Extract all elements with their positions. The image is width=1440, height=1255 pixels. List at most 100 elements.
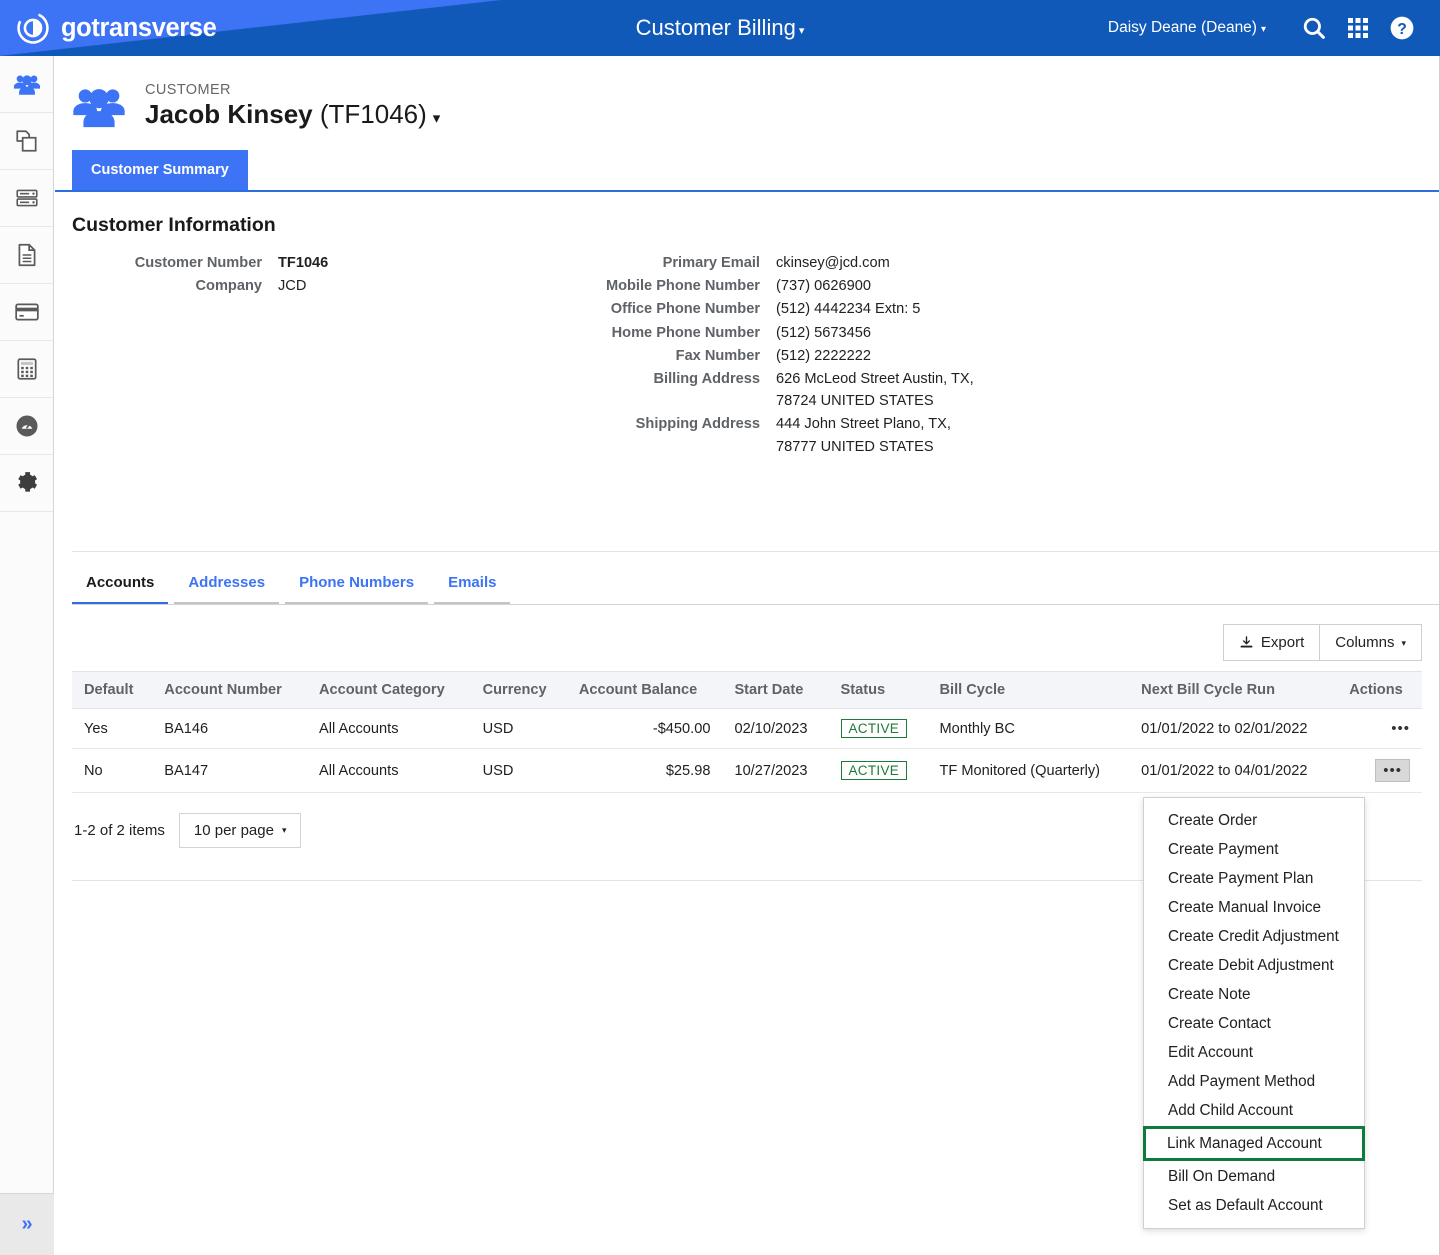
cell-account-number: BA146 [152, 708, 307, 749]
menu-item-bill-on-demand[interactable]: Bill On Demand [1144, 1162, 1364, 1191]
customer-information-section: Customer Information Customer Number TF1… [55, 192, 1439, 551]
field-value-billing-address: 626 McLeod Street Austin, TX, 78724 UNIT… [776, 371, 974, 410]
page-tabstrip: Customer Summary [55, 150, 1439, 192]
cell-bill-cycle: Monthly BC [927, 708, 1130, 749]
col-default[interactable]: Default [72, 671, 153, 709]
columns-button[interactable]: Columns ▾ [1320, 624, 1422, 661]
menu-item-create-payment[interactable]: Create Payment [1144, 835, 1364, 864]
apps-grid-button[interactable] [1336, 0, 1380, 56]
row-actions-menu: Create Order Create Payment Create Payme… [1143, 797, 1365, 1229]
chevron-down-icon: ▾ [1401, 638, 1406, 648]
menu-item-create-order[interactable]: Create Order [1144, 806, 1364, 835]
per-page-label: 10 per page [193, 822, 274, 839]
credit-card-icon [14, 303, 39, 321]
subtab-accounts[interactable]: Accounts [72, 574, 169, 605]
col-next-bill-cycle-run[interactable]: Next Bill Cycle Run [1129, 671, 1338, 709]
cell-start-date: 02/10/2023 [722, 708, 829, 749]
table-row[interactable]: Yes BA146 All Accounts USD -$450.00 02/1… [72, 708, 1422, 749]
sidebar-item-servers[interactable] [0, 170, 53, 227]
help-circle-icon: ? [1390, 16, 1414, 40]
sidebar-item-documents[interactable] [0, 227, 53, 284]
cell-start-date: 10/27/2023 [722, 748, 829, 793]
row-actions-button[interactable]: ••• [1391, 720, 1410, 737]
sidebar-item-settings[interactable] [0, 455, 53, 512]
customer-info-right-column: Primary Email ckinsey@jcd.com Mobile Pho… [570, 251, 976, 458]
menu-item-create-payment-plan[interactable]: Create Payment Plan [1144, 864, 1364, 893]
subtab-phone-numbers[interactable]: Phone Numbers [285, 574, 429, 605]
field-label-shipping-address: Shipping Address [635, 416, 760, 433]
col-bill-cycle[interactable]: Bill Cycle [927, 671, 1130, 709]
menu-item-create-contact[interactable]: Create Contact [1144, 1009, 1364, 1038]
cell-currency: USD [470, 708, 567, 749]
detail-subtabs: Accounts Addresses Phone Numbers Emails [72, 574, 1439, 605]
field-label-office-phone: Office Phone Number [610, 301, 760, 318]
col-start-date[interactable]: Start Date [722, 671, 829, 709]
sidebar-item-customers[interactable] [0, 56, 53, 113]
brand-logo-link[interactable]: gotransverse [16, 0, 217, 56]
customer-eyebrow-label: CUSTOMER [145, 82, 231, 98]
circle-arrow-logo-icon [17, 12, 49, 44]
customer-name: Jacob Kinsey [145, 99, 313, 129]
sidebar-expand-button[interactable]: » [0, 1193, 54, 1255]
col-account-number[interactable]: Account Number [152, 671, 307, 709]
menu-item-set-as-default-account[interactable]: Set as Default Account [1144, 1191, 1364, 1220]
search-button[interactable] [1292, 0, 1336, 56]
cell-account-balance: $25.98 [566, 748, 723, 793]
menu-item-link-managed-account[interactable]: Link Managed Account [1143, 1126, 1365, 1161]
subtab-emails[interactable]: Emails [434, 574, 511, 605]
menu-item-add-payment-method[interactable]: Add Payment Method [1144, 1067, 1364, 1096]
cell-account-category: All Accounts [307, 748, 471, 793]
cell-next-bill-cycle-run: 01/01/2022 to 04/01/2022 [1129, 748, 1338, 793]
menu-item-create-credit-adjustment[interactable]: Create Credit Adjustment [1144, 922, 1364, 951]
calculator-icon [16, 358, 37, 380]
columns-button-label: Columns [1335, 634, 1395, 651]
apps-grid-icon [1348, 18, 1368, 38]
menu-item-create-debit-adjustment[interactable]: Create Debit Adjustment [1144, 951, 1364, 980]
sidebar-item-calculator[interactable] [0, 341, 53, 398]
main-content: CUSTOMER Jacob Kinsey (TF1046) ▾ Customer… [55, 56, 1440, 1255]
menu-item-create-manual-invoice[interactable]: Create Manual Invoice [1144, 893, 1364, 922]
sidebar-item-payments[interactable] [0, 284, 53, 341]
export-button[interactable]: Export [1222, 624, 1321, 661]
table-header-row: Default Account Number Account Category … [72, 671, 1422, 709]
menu-item-add-child-account[interactable]: Add Child Account [1144, 1096, 1364, 1125]
table-row[interactable]: No BA147 All Accounts USD $25.98 10/27/2… [72, 748, 1422, 793]
customer-info-left-column: Customer Number TF1046 Company JCD [72, 251, 329, 297]
help-button[interactable]: ? [1380, 0, 1424, 56]
left-nav-sidebar: » [0, 56, 54, 1255]
section-title-customer-information: Customer Information [72, 214, 276, 236]
table-toolbar: Export Columns ▾ [72, 624, 1422, 661]
tab-customer-summary[interactable]: Customer Summary [72, 150, 248, 190]
field-label-mobile-phone: Mobile Phone Number [605, 278, 760, 295]
svg-text:?: ? [1397, 21, 1407, 38]
sidebar-item-products[interactable] [0, 113, 53, 170]
per-page-select[interactable]: 10 per page ▾ [178, 813, 302, 848]
col-currency[interactable]: Currency [470, 671, 567, 709]
cell-account-category: All Accounts [307, 708, 471, 749]
field-label-fax-number: Fax Number [675, 347, 760, 364]
row-actions-button-active[interactable]: ••• [1375, 759, 1410, 782]
people-group-icon [73, 89, 125, 128]
user-menu[interactable]: Daisy Deane (Deane) ▾ [1108, 19, 1266, 37]
menu-item-edit-account[interactable]: Edit Account [1144, 1038, 1364, 1067]
subtab-addresses[interactable]: Addresses [174, 574, 280, 605]
status-badge: ACTIVE [840, 761, 908, 780]
customer-name-dropdown[interactable]: Jacob Kinsey (TF1046) ▾ [145, 99, 440, 130]
cell-account-number: BA147 [152, 748, 307, 793]
cell-actions: ••• [1337, 748, 1422, 793]
cell-account-balance: -$450.00 [566, 708, 723, 749]
customers-people-icon [13, 75, 40, 95]
field-label-home-phone: Home Phone Number [611, 324, 760, 341]
export-button-label: Export [1260, 634, 1305, 651]
server-database-icon [15, 189, 38, 207]
cell-actions: ••• [1337, 708, 1422, 749]
cell-status: ACTIVE [828, 748, 928, 793]
col-status[interactable]: Status [828, 671, 928, 709]
col-account-balance[interactable]: Account Balance [566, 671, 723, 709]
sidebar-item-dashboard[interactable] [0, 398, 53, 455]
field-value-primary-email: ckinsey@jcd.com [776, 255, 890, 271]
pagination-items-count: 1-2 of 2 items [74, 822, 165, 839]
menu-item-create-note[interactable]: Create Note [1144, 980, 1364, 1009]
col-account-category[interactable]: Account Category [307, 671, 471, 709]
top-header-bar: gotransverse Customer Billing ▾ Daisy Dea… [0, 0, 1440, 56]
